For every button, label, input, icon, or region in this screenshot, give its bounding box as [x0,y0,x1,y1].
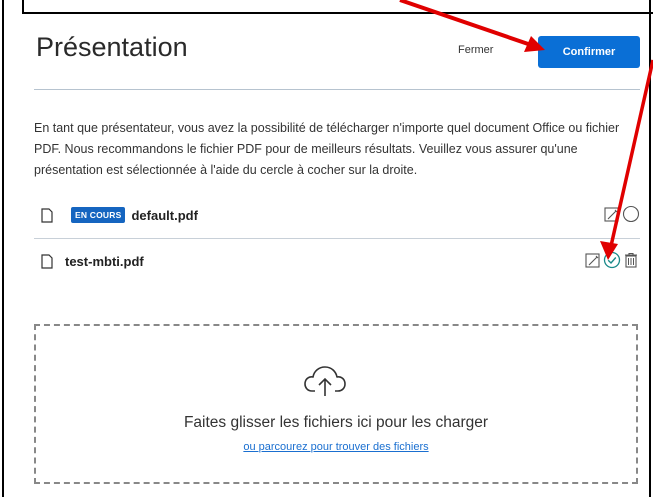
annotation-arrows [399,0,653,260]
